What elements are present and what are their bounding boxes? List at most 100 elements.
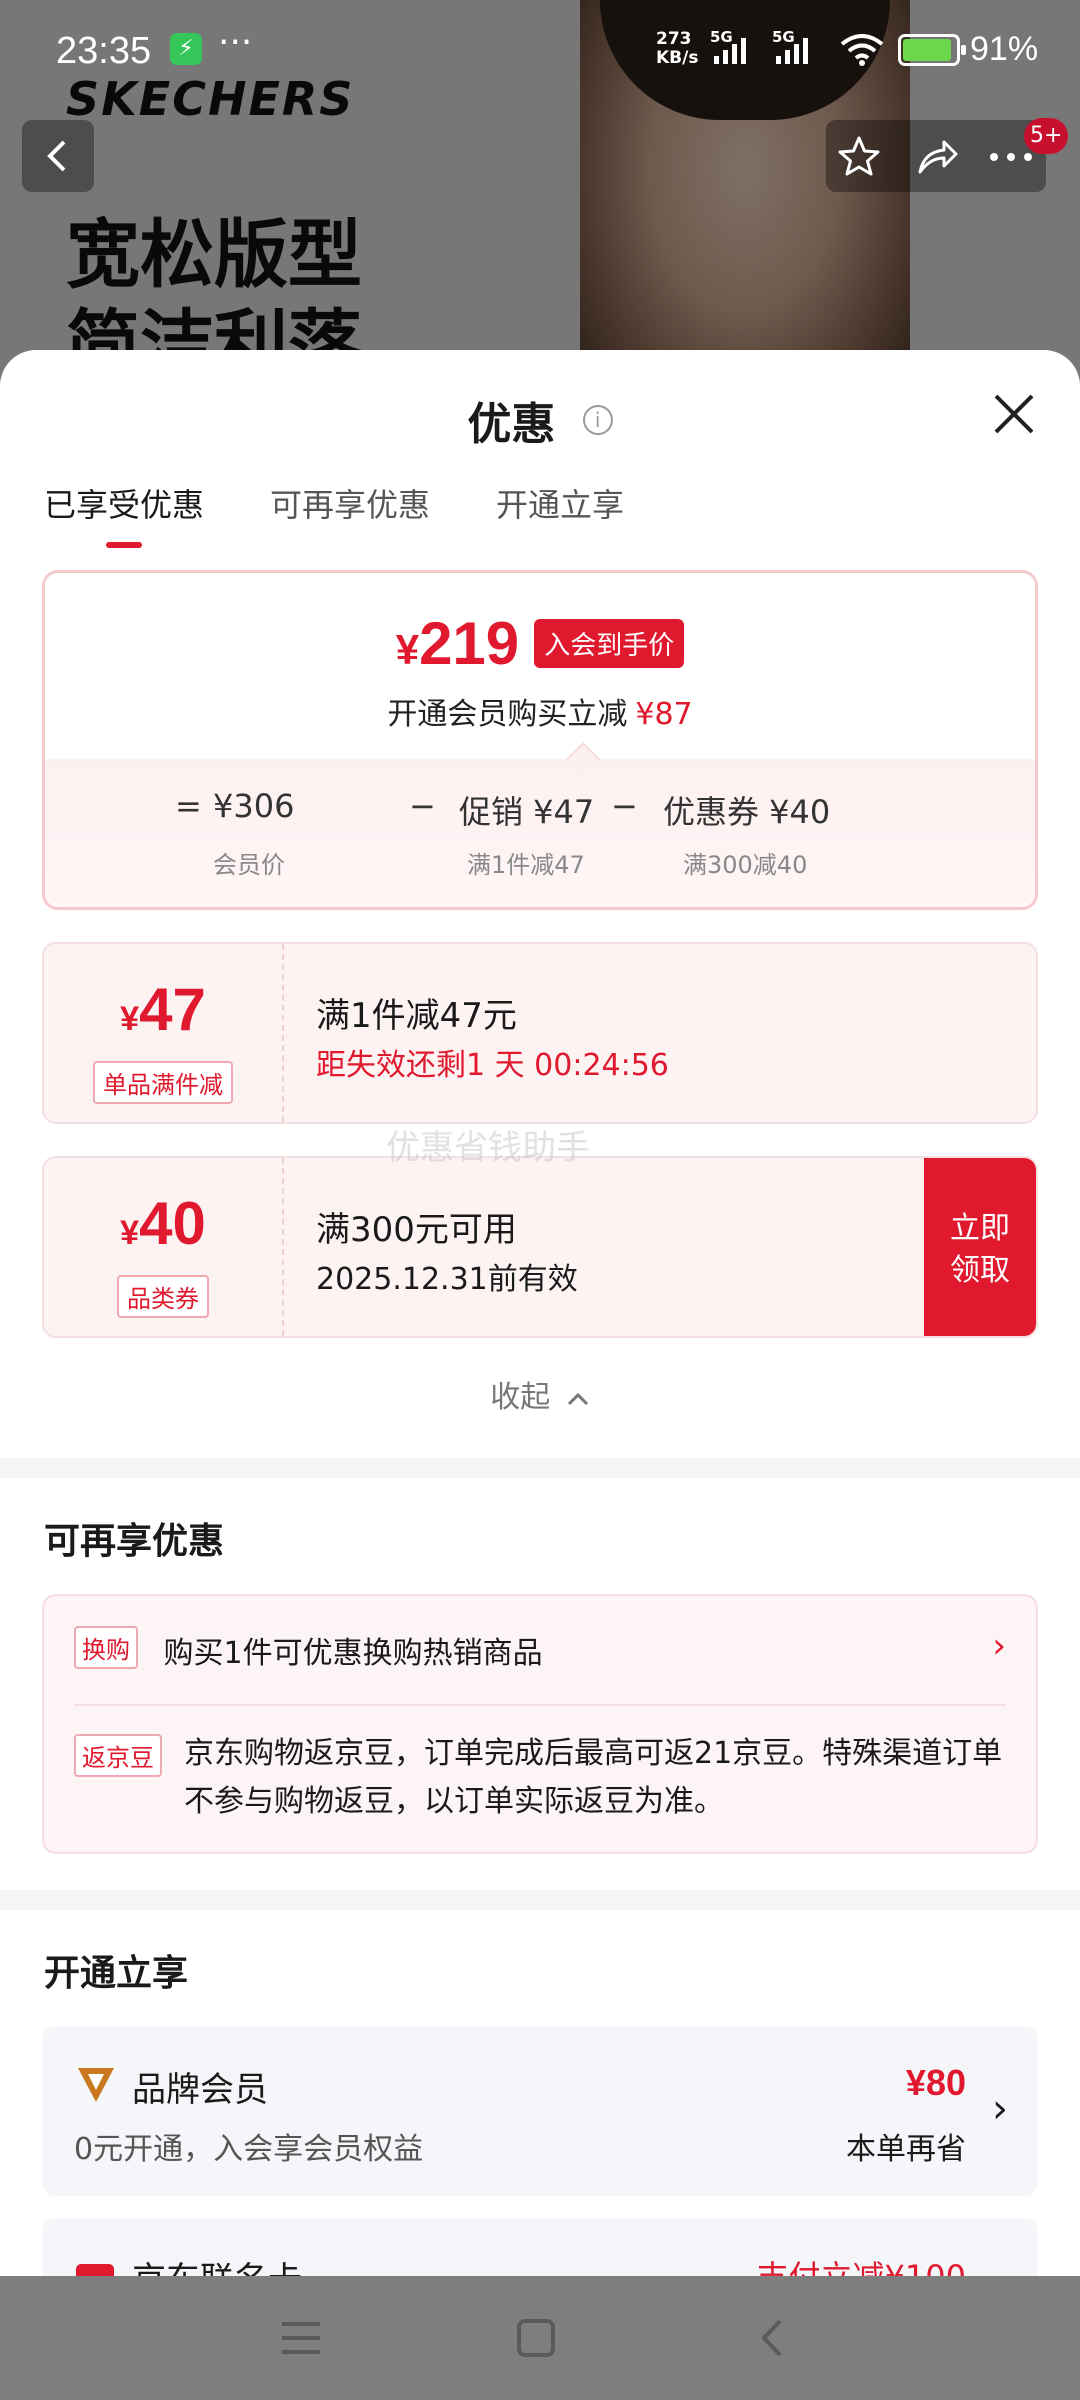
trade-in-text: 购买1件可优惠换购热销商品	[163, 1635, 543, 1671]
brand-member-desc: 0元开通，入会享会员权益	[74, 2132, 424, 2167]
network-speed-unit: KB/s	[656, 48, 699, 68]
promo-amount: 促销 ¥47	[459, 793, 595, 831]
row-divider	[74, 1704, 1006, 1706]
wifi-icon	[840, 34, 884, 66]
savings-label: 开通会员购买立减	[387, 697, 628, 732]
clock: 23:35	[56, 30, 152, 72]
member-price: ¥306	[213, 787, 295, 825]
chevron-right-icon: ›	[992, 1626, 1006, 1666]
section-divider	[0, 1890, 1080, 1910]
signal-icon-2: 5G	[772, 28, 808, 64]
cobrand-card-name: 京东联名卡	[132, 2252, 302, 2276]
promo-amount-block: ¥47 单品满件减	[44, 944, 284, 1122]
home-icon[interactable]	[516, 2318, 556, 2358]
battery-percent: 91%	[970, 30, 1039, 68]
chevron-right-icon: ›	[992, 2086, 1008, 2132]
equals-sign: =	[175, 787, 202, 825]
signal-2-label: 5G	[772, 28, 795, 46]
more-notifications-icon: ···	[218, 22, 253, 63]
coupon-amount-block: ¥40 品类券	[44, 1158, 284, 1336]
savings-amount: ¥87	[635, 697, 693, 732]
promo-countdown: 距失效还剩1 天 00:24:56	[316, 1048, 669, 1083]
coupon-amount: ¥40	[44, 1194, 282, 1263]
minus-sign-1: −	[409, 787, 436, 825]
menu-icon[interactable]	[280, 2318, 322, 2358]
brand-member-savings: ¥80	[905, 2062, 966, 2103]
coupon-expiry: 2025.12.31前有效	[316, 1262, 578, 1297]
more-discounts-card: 换购 购买1件可优惠换购热销商品 › 返京豆 京东购物返京豆，订单完成后最高可返…	[42, 1594, 1038, 1854]
coupon-type-tag: 品类券	[117, 1275, 209, 1318]
info-icon[interactable]: i	[582, 405, 613, 435]
summary-top: ¥219 入会到手价 开通会员购买立减 ¥87	[45, 573, 1035, 759]
signal-1-label: 5G	[710, 28, 733, 46]
currency-symbol: ¥	[120, 1000, 140, 1038]
star-icon[interactable]	[836, 134, 882, 180]
coupon-title: 满300元可用	[316, 1210, 517, 1250]
top-actions	[826, 120, 1046, 192]
promo-amount-value: 47	[139, 976, 206, 1043]
final-price: ¥219	[396, 609, 519, 678]
tab-bar: 已享受优惠 可再享优惠 开通立享	[44, 480, 624, 548]
promo-card-discount[interactable]: ¥47 单品满件减 满1件减47元 距失效还剩1 天 00:24:56	[42, 942, 1038, 1124]
coupon-label: 满300减40	[683, 851, 808, 879]
chevron-up-icon	[567, 1392, 588, 1405]
jd-beans-text: 京东购物返京豆，订单完成后最高可返21京豆。特殊渠道订单不参与购物返豆，以订单实…	[184, 1736, 1003, 1819]
price-breakdown: = ¥306 会员价 − 促销 ¥47 满1件减47 − 优惠券 ¥40 满30…	[45, 759, 1035, 907]
final-price-value: 219	[419, 610, 520, 677]
brand-member-logo	[78, 2068, 114, 2102]
promo-title: 满1件减47元	[316, 996, 517, 1036]
tab-enjoyed[interactable]: 已享受优惠	[44, 480, 204, 548]
credit-card-icon	[76, 2264, 114, 2276]
discount-sheet: 优惠 i 已享受优惠 可再享优惠 开通立享 ¥219 入会到手价 开通会员购买立…	[0, 350, 1080, 2276]
minus-sign-2: −	[611, 787, 638, 825]
brand-member-savings-label: 本单再省	[846, 2132, 966, 2167]
claim-button-line-1: 立即	[950, 1211, 1010, 1246]
jd-beans-chip: 返京豆	[74, 1734, 162, 1777]
section-divider	[0, 1458, 1080, 1478]
chevron-left-icon	[47, 140, 66, 172]
trade-in-chip: 换购	[74, 1626, 138, 1669]
jd-beans-row: 返京豆 京东购物返京豆，订单完成后最高可返21京豆。特殊渠道订单不参与购物返豆，…	[74, 1730, 1006, 1826]
battery-icon	[898, 34, 966, 66]
system-navigation-bar	[0, 2276, 1080, 2400]
close-icon[interactable]	[988, 388, 1040, 440]
price-summary-card: ¥219 入会到手价 开通会员购买立减 ¥87 = ¥306 会员价 − 促销 ¥…	[42, 570, 1038, 910]
sheet-title: 优惠	[467, 399, 556, 450]
jd-cobrand-card[interactable]: 京东联名卡 支付立减¥100	[42, 2218, 1038, 2276]
back-button[interactable]	[22, 120, 94, 192]
cobrand-card-offer: 支付立减¥100	[757, 2252, 966, 2276]
savings-line: 开通会员购买立减 ¥87	[45, 689, 1035, 733]
watermark: 优惠省钱助手	[386, 1128, 590, 1168]
charging-notification-icon: ⚡	[170, 33, 202, 65]
back-nav-icon[interactable]	[752, 2318, 792, 2358]
final-price-row: ¥219 入会到手价	[45, 609, 1035, 678]
collapse-label: 收起	[490, 1380, 551, 1415]
more-discounts-title: 可再享优惠	[44, 1521, 225, 1562]
sheet-header: 优惠 i	[0, 388, 1080, 452]
claim-button-line-2: 领取	[950, 1253, 1010, 1288]
brand-member-card[interactable]: 品牌会员 0元开通，入会享会员权益 ¥80 本单再省 ›	[42, 2026, 1038, 2196]
coupon-amount: 优惠券 ¥40	[663, 793, 831, 831]
signal-icon-1: 5G	[710, 28, 746, 64]
brand-member-name: 品牌会员	[132, 2070, 268, 2110]
promo-label: 满1件减47	[467, 851, 585, 879]
promo-type-tag: 单品满件减	[93, 1061, 233, 1104]
coupon-amount-value: 40	[139, 1190, 206, 1257]
network-speed: 273 KB/s	[656, 30, 698, 68]
notification-badge: 5+	[1024, 118, 1069, 154]
tab-more-available[interactable]: 可再享优惠	[270, 480, 430, 548]
network-speed-value: 273	[656, 29, 692, 49]
open-membership-title: 开通立享	[44, 1953, 189, 1994]
claim-coupon-button[interactable]: 立即 领取	[924, 1158, 1036, 1336]
promo-amount: ¥47	[44, 980, 282, 1049]
share-icon[interactable]	[914, 134, 960, 180]
trade-in-row[interactable]: 换购 购买1件可优惠换购热销商品 ›	[74, 1626, 1006, 1672]
tab-open-membership[interactable]: 开通立享	[496, 480, 624, 548]
currency-symbol: ¥	[395, 626, 420, 673]
member-price-label: 会员价	[213, 851, 285, 879]
price-tag: 入会到手价	[534, 619, 685, 668]
collapse-button[interactable]: 收起	[0, 1372, 1080, 1416]
promo-card-coupon[interactable]: ¥40 品类券 满300元可用 2025.12.31前有效 立即 领取	[42, 1156, 1038, 1338]
currency-symbol: ¥	[120, 1214, 140, 1252]
status-bar: 23:35 ⚡ ··· 273 KB/s 5G 5G 91%	[0, 0, 1080, 100]
